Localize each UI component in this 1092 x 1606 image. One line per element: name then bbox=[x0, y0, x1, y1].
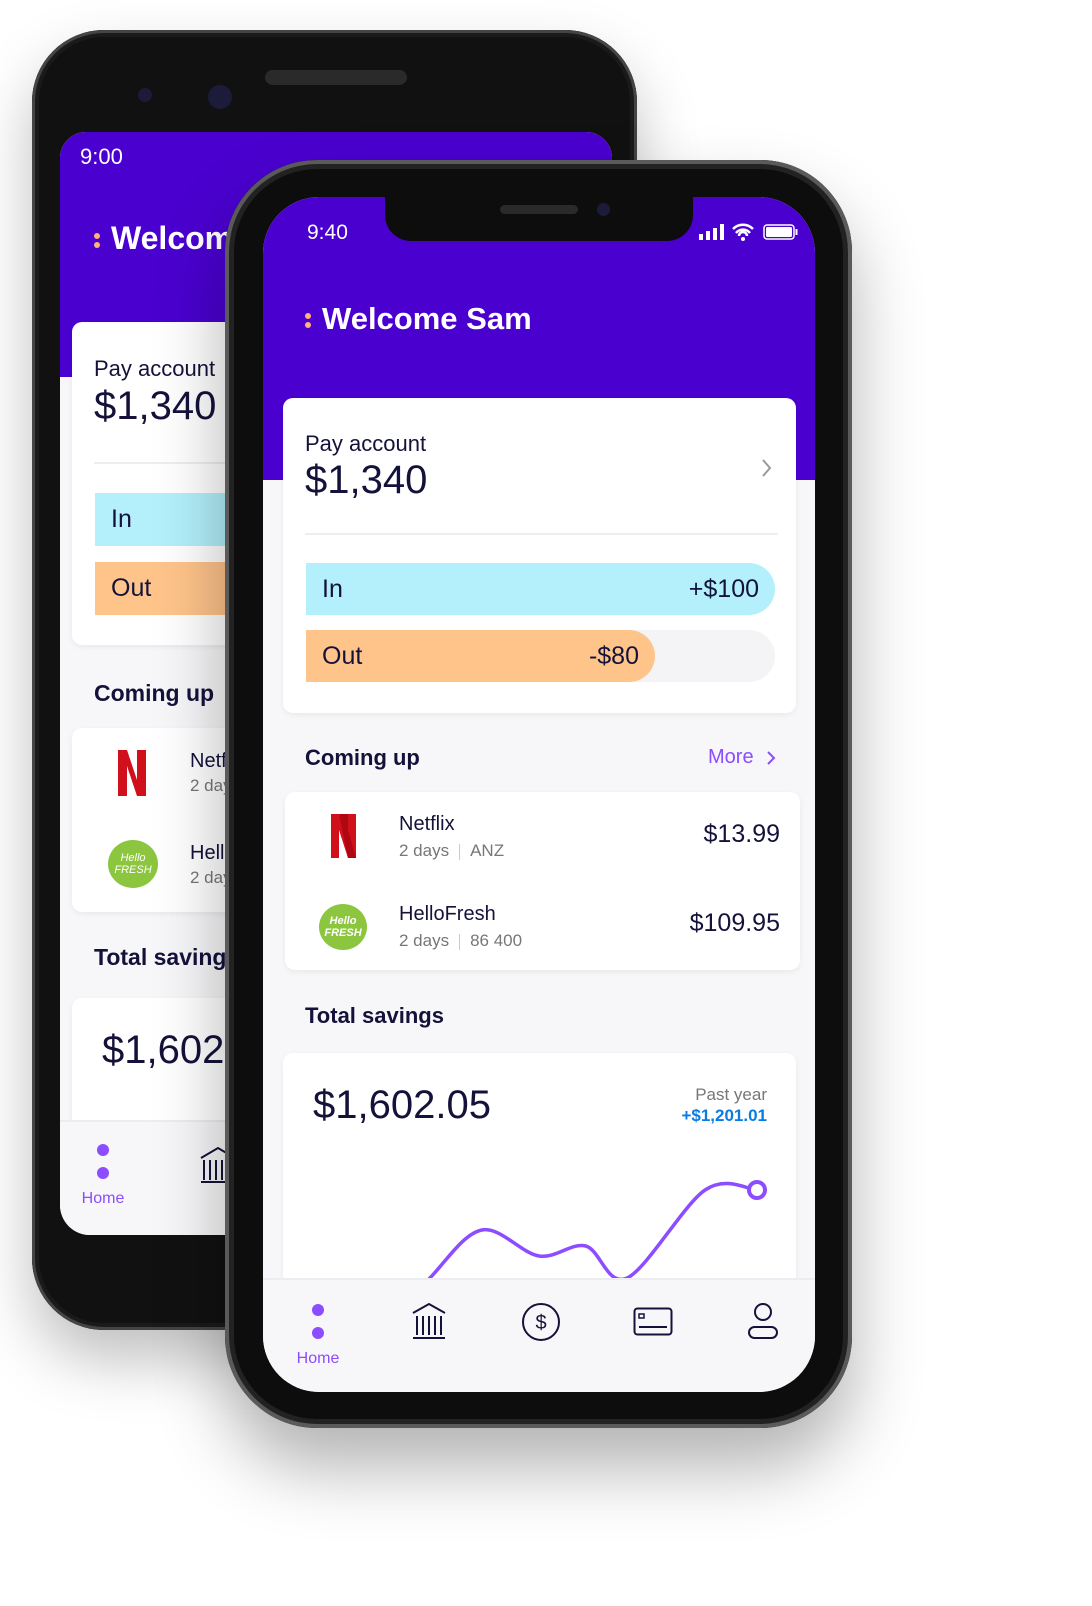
out-label: Out bbox=[322, 641, 363, 670]
notch bbox=[385, 197, 693, 241]
wifi-icon bbox=[732, 223, 754, 241]
pay-account-card[interactable]: Pay account $1,340 In +$100 Out -$80 bbox=[283, 398, 796, 713]
welcome-title: Welcome Sam bbox=[305, 301, 532, 337]
divider bbox=[305, 533, 778, 535]
in-value: +$100 bbox=[688, 574, 759, 603]
camera-icon bbox=[138, 88, 152, 102]
dollar-circle-icon[interactable]: $ bbox=[521, 1302, 561, 1342]
coming-up-title: Coming up bbox=[305, 745, 420, 770]
in-label: In bbox=[322, 574, 343, 603]
chevron-right-icon[interactable] bbox=[761, 458, 773, 478]
out-label: Out bbox=[111, 574, 152, 602]
savings-title: Total savings bbox=[94, 944, 240, 970]
item-sub: 2 days 86 400 bbox=[399, 931, 522, 951]
front-screen: 9:40 Welcome Sam Pay account $1,340 In +$… bbox=[263, 197, 815, 1392]
savings-chart bbox=[396, 1180, 767, 1313]
speaker bbox=[265, 70, 407, 85]
card-icon[interactable] bbox=[633, 1307, 673, 1337]
in-bar: In +$100 bbox=[306, 563, 775, 615]
savings-card[interactable]: $1,602.05 Past year +$1,201.01 bbox=[283, 1053, 796, 1313]
item-when: 2 days bbox=[399, 931, 450, 950]
speaker bbox=[500, 205, 578, 214]
camera-icon bbox=[597, 203, 610, 216]
more-label: More bbox=[708, 746, 754, 768]
tab-home[interactable]: Home bbox=[78, 1144, 128, 1208]
item-when: 2 days bbox=[399, 841, 450, 860]
pay-account-label: Pay account bbox=[305, 431, 427, 456]
item-name: Netflix bbox=[399, 813, 455, 835]
balance: $1,340 bbox=[305, 458, 428, 502]
out-bar: Out -$80 bbox=[306, 630, 655, 682]
status-time: 9:00 bbox=[80, 144, 123, 169]
end-point-marker bbox=[747, 1180, 767, 1200]
in-label: In bbox=[111, 505, 132, 533]
item-account: 86 400 bbox=[470, 931, 523, 950]
more-link[interactable]: More bbox=[708, 746, 776, 769]
netflix-logo bbox=[118, 750, 146, 796]
chevron-right-icon bbox=[766, 750, 775, 765]
signal-icon bbox=[699, 224, 724, 240]
svg-text:$: $ bbox=[535, 1312, 546, 1334]
hellofresh-logo: Hello FRESH bbox=[319, 904, 367, 950]
hellofresh-logo: Hello FRESH bbox=[108, 840, 158, 888]
battery-icon bbox=[763, 224, 798, 240]
item-name: HelloFresh bbox=[399, 903, 496, 925]
pay-account-label: Pay account bbox=[94, 356, 216, 381]
front-phone: 9:40 Welcome Sam Pay account $1,340 In +$… bbox=[225, 160, 852, 1428]
coming-up-title: Coming up bbox=[94, 680, 215, 706]
bank-icon[interactable] bbox=[411, 1302, 447, 1342]
balance: $1,340 bbox=[94, 384, 217, 428]
tab-home[interactable]: Home bbox=[293, 1304, 343, 1368]
welcome-text: Welcome Sam bbox=[322, 301, 532, 336]
list-item[interactable]: Netflix 2 days ANZ $13.99 bbox=[285, 792, 800, 881]
item-account: ANZ bbox=[470, 841, 505, 860]
profile-icon[interactable] bbox=[747, 1302, 779, 1340]
tab-bar: Home $ bbox=[263, 1278, 815, 1392]
list-item[interactable]: Hello FRESH HelloFresh 2 days 86 400 $109.… bbox=[285, 881, 800, 970]
status-time: 9:40 bbox=[307, 221, 348, 244]
out-value: -$80 bbox=[588, 641, 639, 670]
item-amount: $109.95 bbox=[689, 909, 780, 937]
camera-icon bbox=[208, 85, 232, 109]
coming-up-list: Netflix 2 days ANZ $13.99 Hello FRESH Hell… bbox=[285, 792, 800, 970]
item-sub: 2 days ANZ bbox=[399, 841, 504, 861]
netflix-logo bbox=[331, 814, 356, 858]
tab-label: Home bbox=[296, 1350, 340, 1367]
item-amount: $13.99 bbox=[703, 820, 780, 848]
tab-label: Home bbox=[81, 1190, 125, 1207]
savings-title: Total savings bbox=[305, 1003, 444, 1028]
